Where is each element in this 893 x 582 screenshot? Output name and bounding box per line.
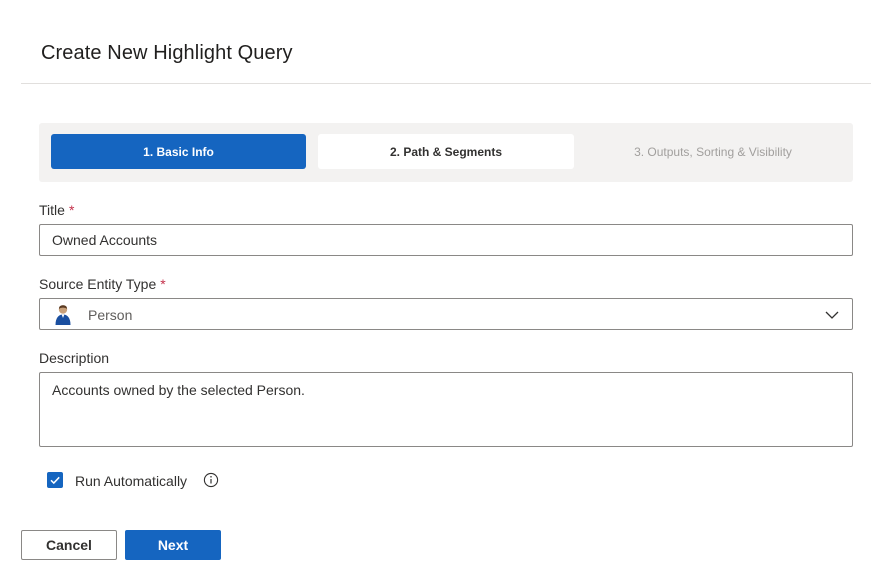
title-input-value: Owned Accounts [52,232,158,248]
info-icon[interactable] [203,472,219,488]
source-entity-value: Person [88,307,133,323]
description-label: Description [39,350,110,366]
step-basic-info[interactable]: 1. Basic Info [51,134,306,169]
required-marker: * [68,202,75,218]
step-outputs-sorting-visibility: 3. Outputs, Sorting & Visibility [634,144,792,159]
description-textarea[interactable]: Accounts owned by the selected Person. [39,372,853,447]
person-icon [55,305,71,325]
title-label: Title * [39,202,74,218]
run-automatically-label[interactable]: Run Automatically [75,473,187,489]
checkmark-icon [50,476,60,485]
chevron-down-icon [825,311,839,319]
cancel-button[interactable]: Cancel [21,530,117,560]
next-button[interactable]: Next [125,530,221,560]
required-marker: * [160,276,166,292]
source-entity-label: Source Entity Type * [39,276,166,292]
step-bar: 1. Basic Info 2. Path & Segments 3. Outp… [39,123,853,182]
source-entity-select[interactable]: Person [39,298,853,330]
title-label-text: Title [39,202,65,218]
step-path-segments[interactable]: 2. Path & Segments [318,134,574,169]
title-input[interactable]: Owned Accounts [39,224,853,256]
source-entity-label-text: Source Entity Type [39,276,157,292]
title-divider [21,83,871,84]
description-value: Accounts owned by the selected Person. [52,382,305,398]
run-automatically-checkbox[interactable] [47,472,63,488]
dialog-title: Create New Highlight Query [41,42,293,64]
